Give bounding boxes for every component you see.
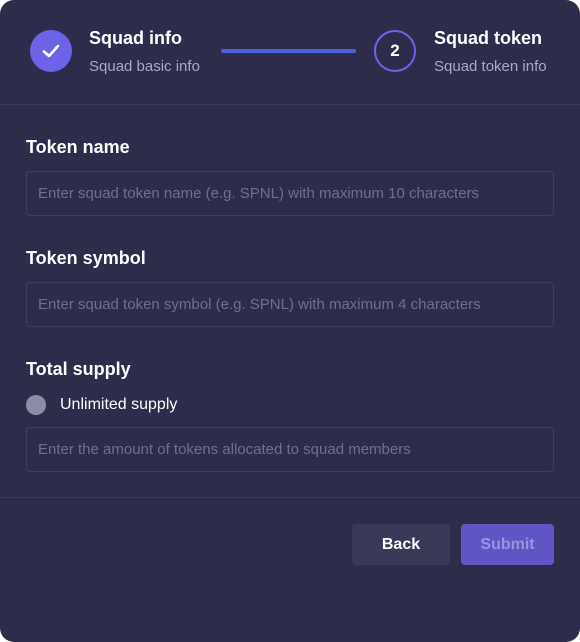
check-icon — [42, 44, 60, 58]
step-2-subtitle: Squad token info — [434, 58, 547, 75]
step-2-number: 2 — [390, 41, 400, 60]
step-connector — [221, 49, 356, 53]
token-name-label: Token name — [26, 137, 130, 157]
back-button[interactable]: Back — [352, 524, 450, 565]
submit-button[interactable]: Submit — [461, 524, 554, 565]
step-1-title: Squad info — [89, 28, 182, 48]
token-name-input[interactable] — [26, 171, 554, 216]
create-squad-token-modal: Squad info Squad basic info 2 Squad toke… — [0, 0, 580, 642]
token-symbol-input[interactable] — [26, 282, 554, 327]
total-supply-input[interactable] — [26, 427, 554, 472]
header-divider — [0, 104, 580, 105]
step-2-title: Squad token — [434, 28, 543, 48]
footer-divider — [0, 497, 580, 498]
unlimited-supply-option[interactable]: Unlimited supply — [26, 394, 177, 416]
token-symbol-label: Token symbol — [26, 248, 146, 268]
stepper: Squad info Squad basic info 2 Squad toke… — [0, 0, 580, 104]
unlimited-supply-label: Unlimited supply — [60, 396, 178, 413]
step-2-active-indicator: 2 — [374, 30, 416, 72]
unlimited-supply-radio[interactable] — [26, 395, 46, 415]
step-1-subtitle: Squad basic info — [89, 58, 200, 75]
step-1-completed-indicator — [30, 30, 72, 72]
total-supply-label: Total supply — [26, 359, 131, 379]
